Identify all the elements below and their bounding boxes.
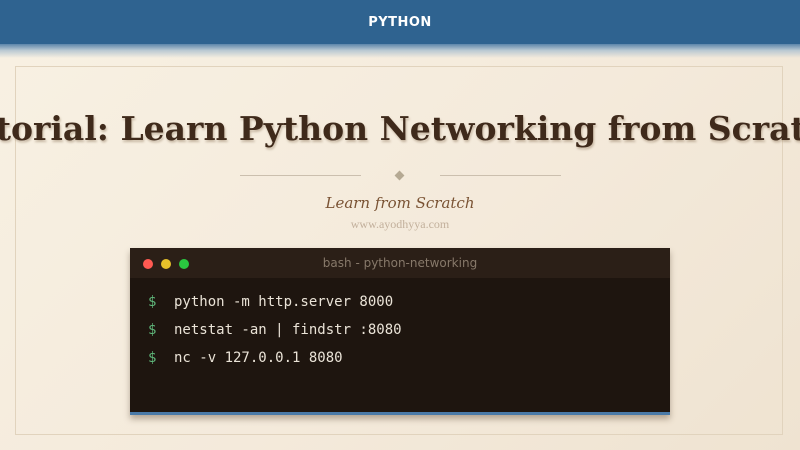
prompt-symbol: $ — [148, 322, 157, 338]
subtitle: Learn from Scratch — [325, 194, 475, 212]
command-line: $ nc -v 127.0.0.1 8080 — [130, 344, 670, 372]
terminal-title-bar: bash - python-networking — [130, 248, 670, 278]
divider-right — [440, 175, 561, 176]
divider-left — [240, 175, 361, 176]
prompt-symbol: $ — [148, 294, 157, 310]
command-text: nc -v 127.0.0.1 8080 — [174, 350, 343, 366]
site-url: www.ayodhyya.com — [350, 217, 450, 231]
prompt-symbol: $ — [148, 350, 157, 366]
page-title: Tutorial: Learn Python Networking from S… — [0, 109, 800, 148]
top-category-bar: PYTHON — [0, 0, 800, 58]
headline-container: Tutorial: Learn Python Networking from S… — [0, 104, 800, 154]
command-line: $ netstat -an | findstr :8080 — [130, 316, 670, 344]
terminal-title: bash - python-networking — [322, 256, 478, 270]
command-line: $ python -m http.server 8000 — [130, 288, 670, 316]
command-text: python -m http.server 8000 — [174, 294, 394, 310]
command-text: netstat -an | findstr :8080 — [174, 322, 402, 338]
category-label[interactable]: PYTHON — [368, 15, 432, 30]
terminal-window: bash - python-networking $ python -m http… — [130, 248, 670, 415]
terminal-body: $ python -m http.server 8000 $ netstat -an… — [130, 278, 670, 372]
